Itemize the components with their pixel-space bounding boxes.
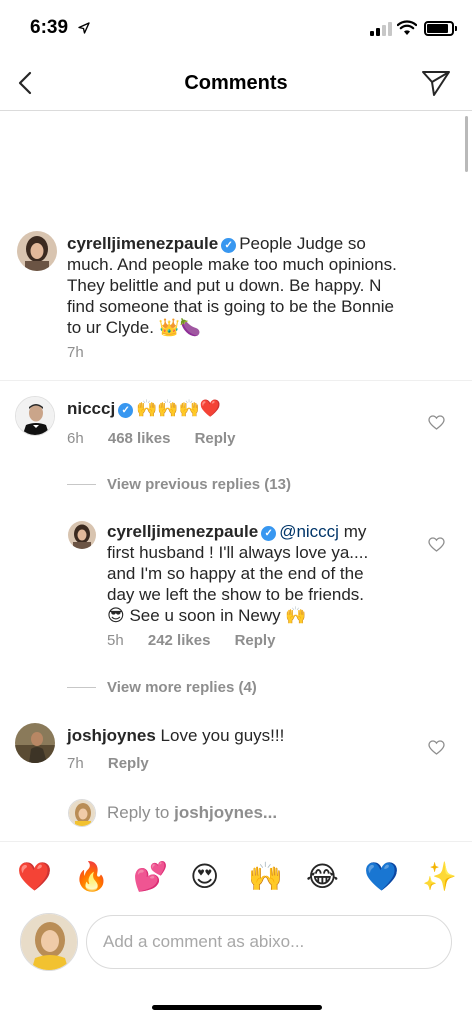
reply-to-username: joshjoynes... <box>174 803 278 822</box>
blue-heart-icon[interactable]: 💙 <box>364 860 399 894</box>
battery-icon <box>424 21 457 36</box>
comment-username[interactable]: cyrelljimenezpaule <box>67 234 218 253</box>
status-time: 6:39 <box>30 17 69 38</box>
verified-badge-icon: ✓ <box>118 403 134 418</box>
raised-hands-icon[interactable]: 🙌 <box>248 860 283 894</box>
view-more-replies-link[interactable]: View more replies (4) <box>107 679 257 696</box>
nav-bar: Comments <box>0 56 472 111</box>
comment-body: joshjoynes Love you guys!!! <box>67 725 397 746</box>
comment-username[interactable]: cyrelljimenezpaule <box>107 522 258 541</box>
comment-username[interactable]: joshjoynes <box>67 726 156 745</box>
comment-meta: 6h 468 likes Reply <box>67 430 255 447</box>
like-heart-icon[interactable] <box>428 537 445 552</box>
comment-meta: 7h Reply <box>67 755 169 772</box>
reply-text: See u soon in Newy <box>129 606 281 625</box>
cellular-signal-icon <box>370 22 392 36</box>
emoji-quick-bar: ❤️ 🔥 💕 😍 🙌 😂 💙 ✨ <box>0 841 472 913</box>
comment-text: Love you guys!!! <box>160 726 285 745</box>
two-hearts-icon[interactable]: 💕 <box>133 860 168 894</box>
reply-to-label: Reply to <box>107 803 170 822</box>
likes-count[interactable]: 242 likes <box>148 632 211 649</box>
location-arrow-icon <box>78 22 90 34</box>
home-indicator <box>152 1005 322 1010</box>
reply-button[interactable]: Reply <box>235 632 276 649</box>
replies-line <box>67 687 96 688</box>
fire-icon[interactable]: 🔥 <box>74 860 109 894</box>
avatar[interactable] <box>68 521 96 549</box>
compose-avatar <box>20 913 78 971</box>
wifi-icon <box>397 20 417 35</box>
sunglasses-emoji-icon: 😎 <box>107 606 125 626</box>
comment-username[interactable]: nicccj <box>67 399 115 418</box>
sparkles-icon[interactable]: ✨ <box>422 860 457 894</box>
red-heart-icon[interactable]: ❤️ <box>17 860 52 894</box>
comment-time: 7h <box>67 344 84 361</box>
crown-eggplant-emoji-icon: 👑🍆 <box>158 318 202 338</box>
view-previous-replies-link[interactable]: View previous replies (13) <box>107 476 291 493</box>
reply-text: my <box>343 522 367 541</box>
comment-body: nicccj ✓ 🙌🙌🙌❤️ <box>67 398 397 420</box>
verified-badge-icon: ✓ <box>221 238 237 253</box>
replies-line <box>67 484 96 485</box>
likes-count[interactable]: 468 likes <box>108 430 171 447</box>
reply-meta: 5h 242 likes Reply <box>107 632 295 649</box>
direct-send-icon[interactable] <box>420 68 452 98</box>
like-heart-icon[interactable] <box>428 740 445 755</box>
like-heart-icon[interactable] <box>428 415 445 430</box>
scrollbar[interactable] <box>465 116 468 172</box>
comment-time: 5h <box>107 632 124 649</box>
avatar[interactable] <box>15 723 55 763</box>
comment-body: cyrelljimenezpaule ✓ People Judge so much.… <box>67 233 397 339</box>
reply-text: first husband ! I'll always love ya.... … <box>107 543 369 604</box>
raised-hands-emoji-icon: 🙌 <box>285 606 307 626</box>
raised-hands-emoji-icon: 🙌🙌🙌❤️ <box>136 399 221 419</box>
comment-time: 7h <box>67 755 84 772</box>
reply-to-indicator: Reply to joshjoynes... <box>107 803 277 823</box>
avatar[interactable] <box>17 231 57 271</box>
reply-button[interactable]: Reply <box>195 430 236 447</box>
page-title: Comments <box>184 72 288 94</box>
divider <box>0 380 472 381</box>
tears-of-joy-icon[interactable]: 😂 <box>306 860 340 894</box>
verified-badge-icon: ✓ <box>261 526 277 541</box>
comment-time: 6h <box>67 430 84 447</box>
avatar <box>68 799 96 827</box>
comment-meta: 7h <box>67 344 104 361</box>
mention-link[interactable]: @nicccj <box>279 522 339 541</box>
reply-body: cyrelljimenezpaule ✓ @nicccj my first husb… <box>107 521 392 627</box>
reply-button[interactable]: Reply <box>108 755 149 772</box>
avatar[interactable] <box>15 396 55 436</box>
heart-eyes-icon[interactable]: 😍 <box>190 860 224 894</box>
status-bar: 6:39 <box>0 0 472 56</box>
comment-input[interactable] <box>86 915 452 969</box>
